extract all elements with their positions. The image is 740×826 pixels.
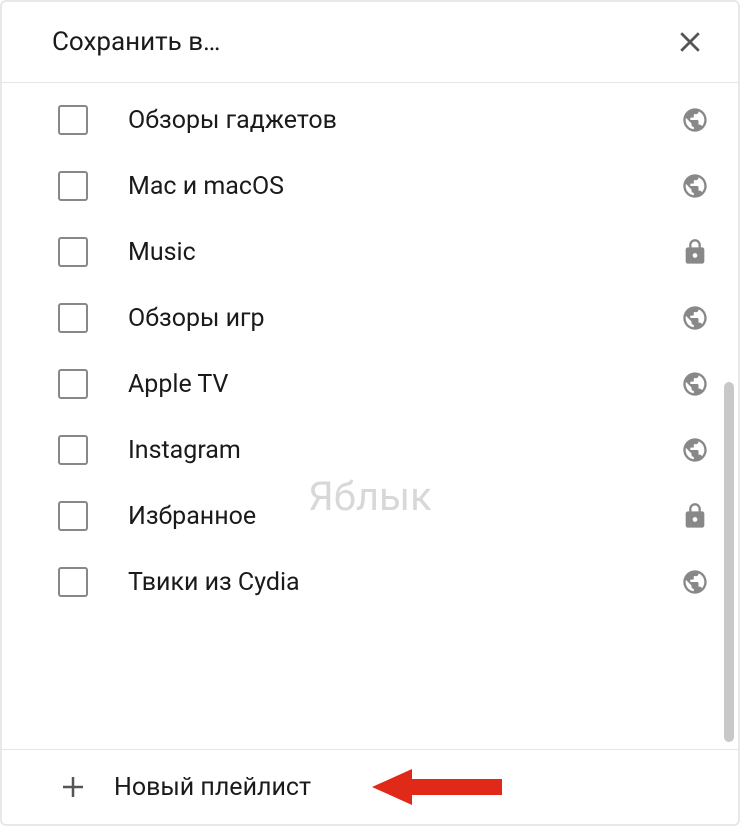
globe-icon bbox=[680, 435, 710, 465]
playlist-item[interactable]: Instagram bbox=[2, 417, 738, 483]
dialog-header: Сохранить в… bbox=[2, 2, 738, 83]
playlist-label: Mac и macOS bbox=[128, 172, 680, 201]
playlist-label: Твики из Cydia bbox=[128, 568, 680, 597]
plus-icon bbox=[58, 772, 88, 802]
playlist-list: Обзоры гаджетов Mac и macOS Music Обзоры иг… bbox=[2, 87, 738, 615]
globe-icon bbox=[680, 303, 710, 333]
new-playlist-button[interactable]: Новый плейлист bbox=[2, 749, 738, 824]
globe-icon bbox=[680, 105, 710, 135]
playlist-checkbox[interactable] bbox=[58, 303, 88, 333]
playlist-checkbox[interactable] bbox=[58, 369, 88, 399]
playlist-item[interactable]: Mac и macOS bbox=[2, 153, 738, 219]
playlist-label: Обзоры игр bbox=[128, 304, 680, 333]
scrollbar-thumb[interactable] bbox=[724, 382, 734, 742]
playlist-label: Избранное bbox=[128, 502, 680, 531]
playlist-item[interactable]: Избранное bbox=[2, 483, 738, 549]
playlist-item[interactable]: Apple TV bbox=[2, 351, 738, 417]
annotation-arrow bbox=[372, 765, 502, 809]
new-playlist-label: Новый плейлист bbox=[114, 773, 311, 802]
globe-icon bbox=[680, 171, 710, 201]
playlist-checkbox[interactable] bbox=[58, 435, 88, 465]
playlist-checkbox[interactable] bbox=[58, 501, 88, 531]
playlist-item[interactable]: Твики из Cydia bbox=[2, 549, 738, 615]
playlist-label: Instagram bbox=[128, 436, 680, 465]
playlist-checkbox[interactable] bbox=[58, 567, 88, 597]
playlist-item[interactable]: Music bbox=[2, 219, 738, 285]
playlist-label: Music bbox=[128, 238, 680, 267]
dialog-title: Сохранить в… bbox=[52, 27, 220, 57]
lock-icon bbox=[680, 237, 710, 267]
lock-icon bbox=[680, 501, 710, 531]
playlist-checkbox[interactable] bbox=[58, 171, 88, 201]
playlist-item[interactable]: Обзоры игр bbox=[2, 285, 738, 351]
playlist-checkbox[interactable] bbox=[58, 105, 88, 135]
close-icon bbox=[675, 27, 705, 57]
close-button[interactable] bbox=[670, 22, 710, 62]
globe-icon bbox=[680, 369, 710, 399]
playlist-content: Яблык Обзоры гаджетовMac и macOSMusicОбз… bbox=[2, 83, 738, 749]
playlist-checkbox[interactable] bbox=[58, 237, 88, 267]
playlist-item[interactable]: Обзоры гаджетов bbox=[2, 87, 738, 153]
playlist-label: Обзоры гаджетов bbox=[128, 106, 680, 135]
globe-icon bbox=[680, 567, 710, 597]
playlist-label: Apple TV bbox=[128, 370, 680, 399]
save-to-dialog: Сохранить в… Яблык Обзоры гаджетовMac и … bbox=[0, 0, 740, 826]
